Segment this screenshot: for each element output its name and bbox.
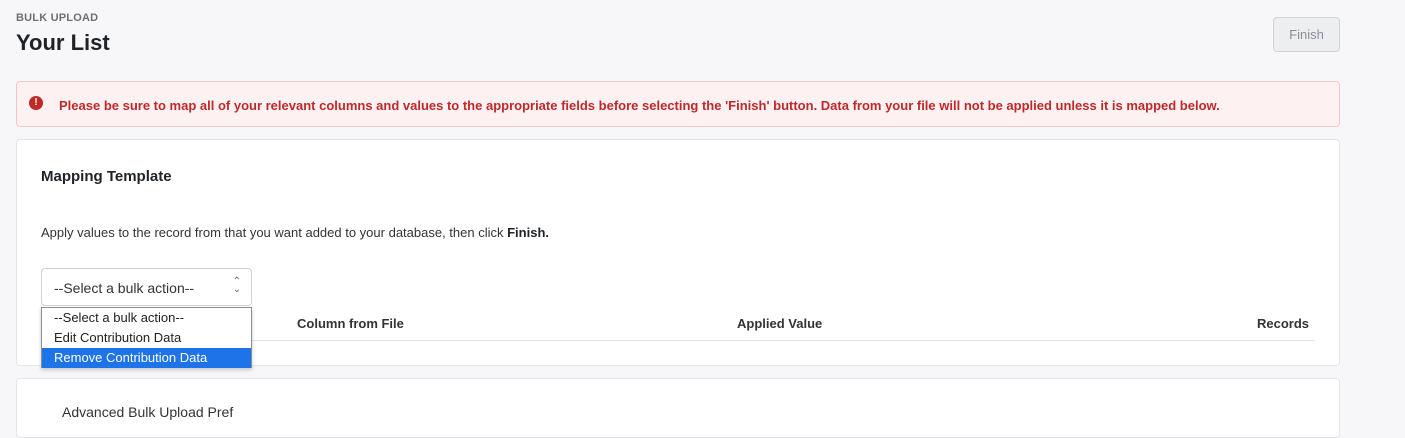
mapping-description-emphasis: Finish. [507,225,549,240]
alert-message: Please be sure to map all of your releva… [59,98,1220,113]
column-header-column-from-file: Column from File [297,316,404,331]
advanced-bulk-upload-title: Advanced Bulk Upload Pref [62,404,234,420]
mapping-description: Apply values to the record from that you… [41,225,549,240]
bulk-action-select[interactable]: --Select a bulk action-- ⌃ ⌄ [41,268,252,306]
chevron-down-icon: ⌄ [232,284,241,295]
page-eyebrow: BULK UPLOAD [16,12,99,24]
mapping-template-title: Mapping Template [41,168,172,185]
finish-button[interactable]: Finish [1273,17,1340,52]
bulk-action-dropdown: --Select a bulk action-- Edit Contributi… [41,307,252,368]
column-header-records: Records [1257,316,1310,331]
chevron-updown-icon: ⌃ ⌄ [232,277,241,295]
exclamation-circle-icon: ! [29,96,43,110]
advanced-bulk-upload-panel[interactable]: Advanced Bulk Upload Pref [16,378,1340,438]
dropdown-option-highlighted[interactable]: Remove Contribution Data [42,348,251,368]
dropdown-option[interactable]: --Select a bulk action-- [42,308,251,328]
page-title: Your List [16,30,110,55]
bulk-action-select-value: --Select a bulk action-- [54,280,195,296]
warning-alert: ! Please be sure to map all of your rele… [16,81,1340,127]
column-header-applied-value: Applied Value [737,316,823,331]
mapping-description-text: Apply values to the record from that you… [41,225,508,240]
dropdown-option[interactable]: Edit Contribution Data [42,328,251,348]
